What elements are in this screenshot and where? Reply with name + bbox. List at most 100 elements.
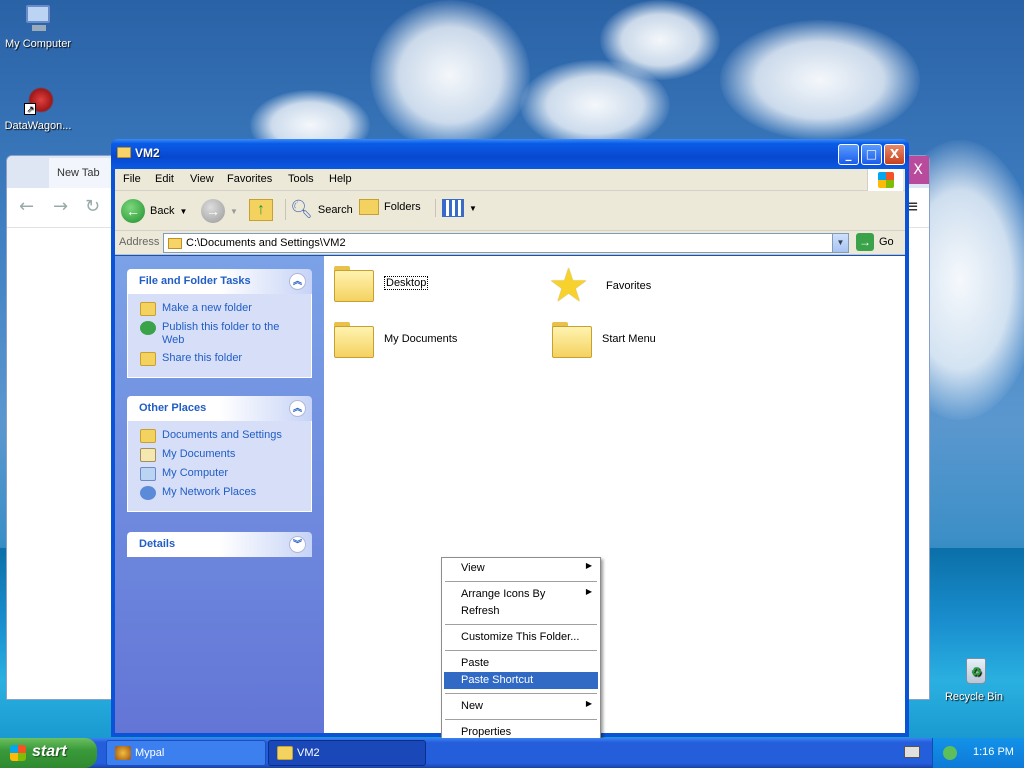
panel-title: File and Folder Tasks (139, 275, 251, 287)
panel-header[interactable]: Other Places ︽ (127, 396, 312, 421)
submenu-arrow-icon: ▶ (585, 699, 592, 708)
keyboard-icon[interactable] (904, 746, 920, 758)
menu-separator (445, 624, 597, 625)
place-my-documents[interactable]: My Documents (140, 448, 301, 462)
collapse-chevron-icon[interactable]: ︽ (289, 400, 306, 417)
taskbar: start Mypal VM2 1:16 PM (0, 738, 1024, 768)
address-input[interactable]: C:\Documents and Settings\VM2 ▼ (163, 233, 849, 253)
folder-item-start-menu[interactable]: Start Menu (552, 322, 656, 358)
address-dropdown-icon[interactable]: ▼ (832, 234, 848, 252)
views-icon (442, 199, 464, 217)
ctx-item-view[interactable]: View ▶ (444, 560, 598, 577)
menu-separator (445, 693, 597, 694)
panel-header[interactable]: Details ︾ (127, 532, 312, 557)
menu-edit[interactable]: Edit (155, 173, 174, 185)
task-pane: File and Folder Tasks ︽ Make a new folde… (115, 256, 324, 733)
browser-tab[interactable]: New Tab (49, 158, 119, 188)
windows-logo-icon (867, 169, 903, 191)
expand-chevron-icon[interactable]: ︾ (289, 536, 306, 553)
menu-view[interactable]: View (190, 173, 214, 185)
browser-back-icon[interactable]: ← (19, 196, 34, 217)
folder-icon (334, 266, 374, 302)
window-title: VM2 (135, 146, 160, 160)
panel-title: Details (139, 538, 176, 550)
folders-button[interactable]: Folders (359, 199, 421, 215)
cloud (600, 0, 720, 80)
collapse-chevron-icon[interactable]: ︽ (289, 273, 306, 290)
recycle-bin-icon: ♻ (958, 656, 990, 688)
up-folder-button[interactable]: ↑ (249, 199, 273, 221)
submenu-arrow-icon: ▶ (585, 561, 592, 570)
views-dropdown-icon: ▼ (469, 203, 477, 213)
search-button[interactable]: 🔍︎ Search (285, 199, 353, 220)
browser-reload-icon[interactable]: ↻ (85, 196, 100, 217)
back-dropdown-icon[interactable]: ▼ (179, 207, 187, 216)
go-button[interactable]: → Go (856, 233, 894, 251)
forward-button[interactable]: → ▼ (201, 199, 238, 223)
details-panel: Details ︾ (127, 532, 312, 557)
ctx-item-customize[interactable]: Customize This Folder... (444, 629, 598, 646)
folders-label: Folders (384, 201, 421, 213)
publish-web-icon (140, 321, 156, 335)
taskbar-item-vm2[interactable]: VM2 (268, 740, 426, 766)
address-bar: Address C:\Documents and Settings\VM2 ▼ … (115, 231, 905, 255)
folder-label: Desktop (384, 276, 429, 290)
folder-item-favorites[interactable]: ★ Favorites (548, 262, 651, 310)
desktop-icon-datawagon[interactable]: ↗ DataWagon... (0, 85, 78, 132)
back-button[interactable]: ← Back ▼ (121, 199, 187, 223)
place-documents-settings[interactable]: Documents and Settings (140, 429, 301, 443)
menu-favorites[interactable]: Favorites (227, 173, 272, 185)
ctx-item-refresh[interactable]: Refresh (444, 603, 598, 620)
folder-icon (140, 429, 156, 443)
folder-icon (117, 147, 131, 158)
place-my-computer[interactable]: My Computer (140, 467, 301, 481)
taskbar-item-mypal[interactable]: Mypal (106, 740, 266, 766)
cloud (370, 0, 530, 150)
close-button[interactable]: X (884, 144, 905, 165)
ctx-item-paste-shortcut[interactable]: Paste Shortcut (444, 672, 598, 689)
menu-tools[interactable]: Tools (288, 173, 314, 185)
folder-item-my-documents[interactable]: My Documents (334, 322, 458, 358)
minimize-button[interactable]: _ (838, 144, 859, 165)
forward-dropdown-icon[interactable]: ▼ (230, 207, 238, 216)
folder-contents[interactable]: Desktop ★ Favorites My Documents Start M… (324, 256, 905, 733)
place-my-network[interactable]: My Network Places (140, 486, 301, 500)
window-titlebar[interactable]: VM2 _ □ X (111, 139, 909, 169)
menu-bar: File Edit View Favorites Tools Help (115, 169, 905, 191)
folders-icon (359, 199, 379, 215)
maximize-button[interactable]: □ (861, 144, 882, 165)
network-tray-icon[interactable] (943, 746, 957, 760)
views-button[interactable]: ▼ (435, 199, 477, 217)
folder-label: My Documents (384, 333, 458, 345)
desktop-icon-label: My Computer (4, 38, 72, 50)
start-button[interactable]: start (0, 738, 97, 768)
task-make-new-folder[interactable]: Make a new folder (140, 302, 301, 316)
panel-body: Documents and Settings My Documents My C… (127, 421, 312, 512)
ctx-item-new[interactable]: New ▶ (444, 698, 598, 715)
folder-icon (334, 322, 374, 358)
menu-help[interactable]: Help (329, 173, 352, 185)
desktop-icon-recycle-bin[interactable]: ♻ Recycle Bin (934, 656, 1014, 703)
menu-separator (445, 581, 597, 582)
forward-arrow-icon: → (201, 199, 225, 223)
system-tray: 1:16 PM (932, 738, 1024, 768)
browser-forward-icon[interactable]: → (53, 196, 68, 217)
my-computer-icon (22, 3, 54, 35)
browser-close-button[interactable]: X (907, 156, 929, 184)
menu-file[interactable]: File (123, 173, 141, 185)
go-arrow-icon: → (856, 233, 874, 251)
ctx-item-arrange-icons[interactable]: Arrange Icons By ▶ (444, 586, 598, 603)
desktop-icon-my-computer[interactable]: My Computer (0, 3, 78, 50)
browser-tab-title: New Tab (57, 167, 100, 179)
my-documents-icon (140, 448, 156, 462)
search-label: Search (317, 203, 353, 216)
ctx-item-paste[interactable]: Paste (444, 655, 598, 672)
address-label: Address (119, 236, 160, 248)
panel-header[interactable]: File and Folder Tasks ︽ (127, 269, 312, 294)
task-publish-web[interactable]: Publish this folder to the Web (140, 321, 301, 347)
favorites-star-icon: ★ (548, 259, 590, 311)
folder-item-desktop[interactable]: Desktop (334, 266, 429, 302)
task-share-folder[interactable]: Share this folder (140, 352, 301, 366)
back-arrow-icon: ← (121, 199, 145, 223)
folder-label: Start Menu (602, 333, 656, 345)
